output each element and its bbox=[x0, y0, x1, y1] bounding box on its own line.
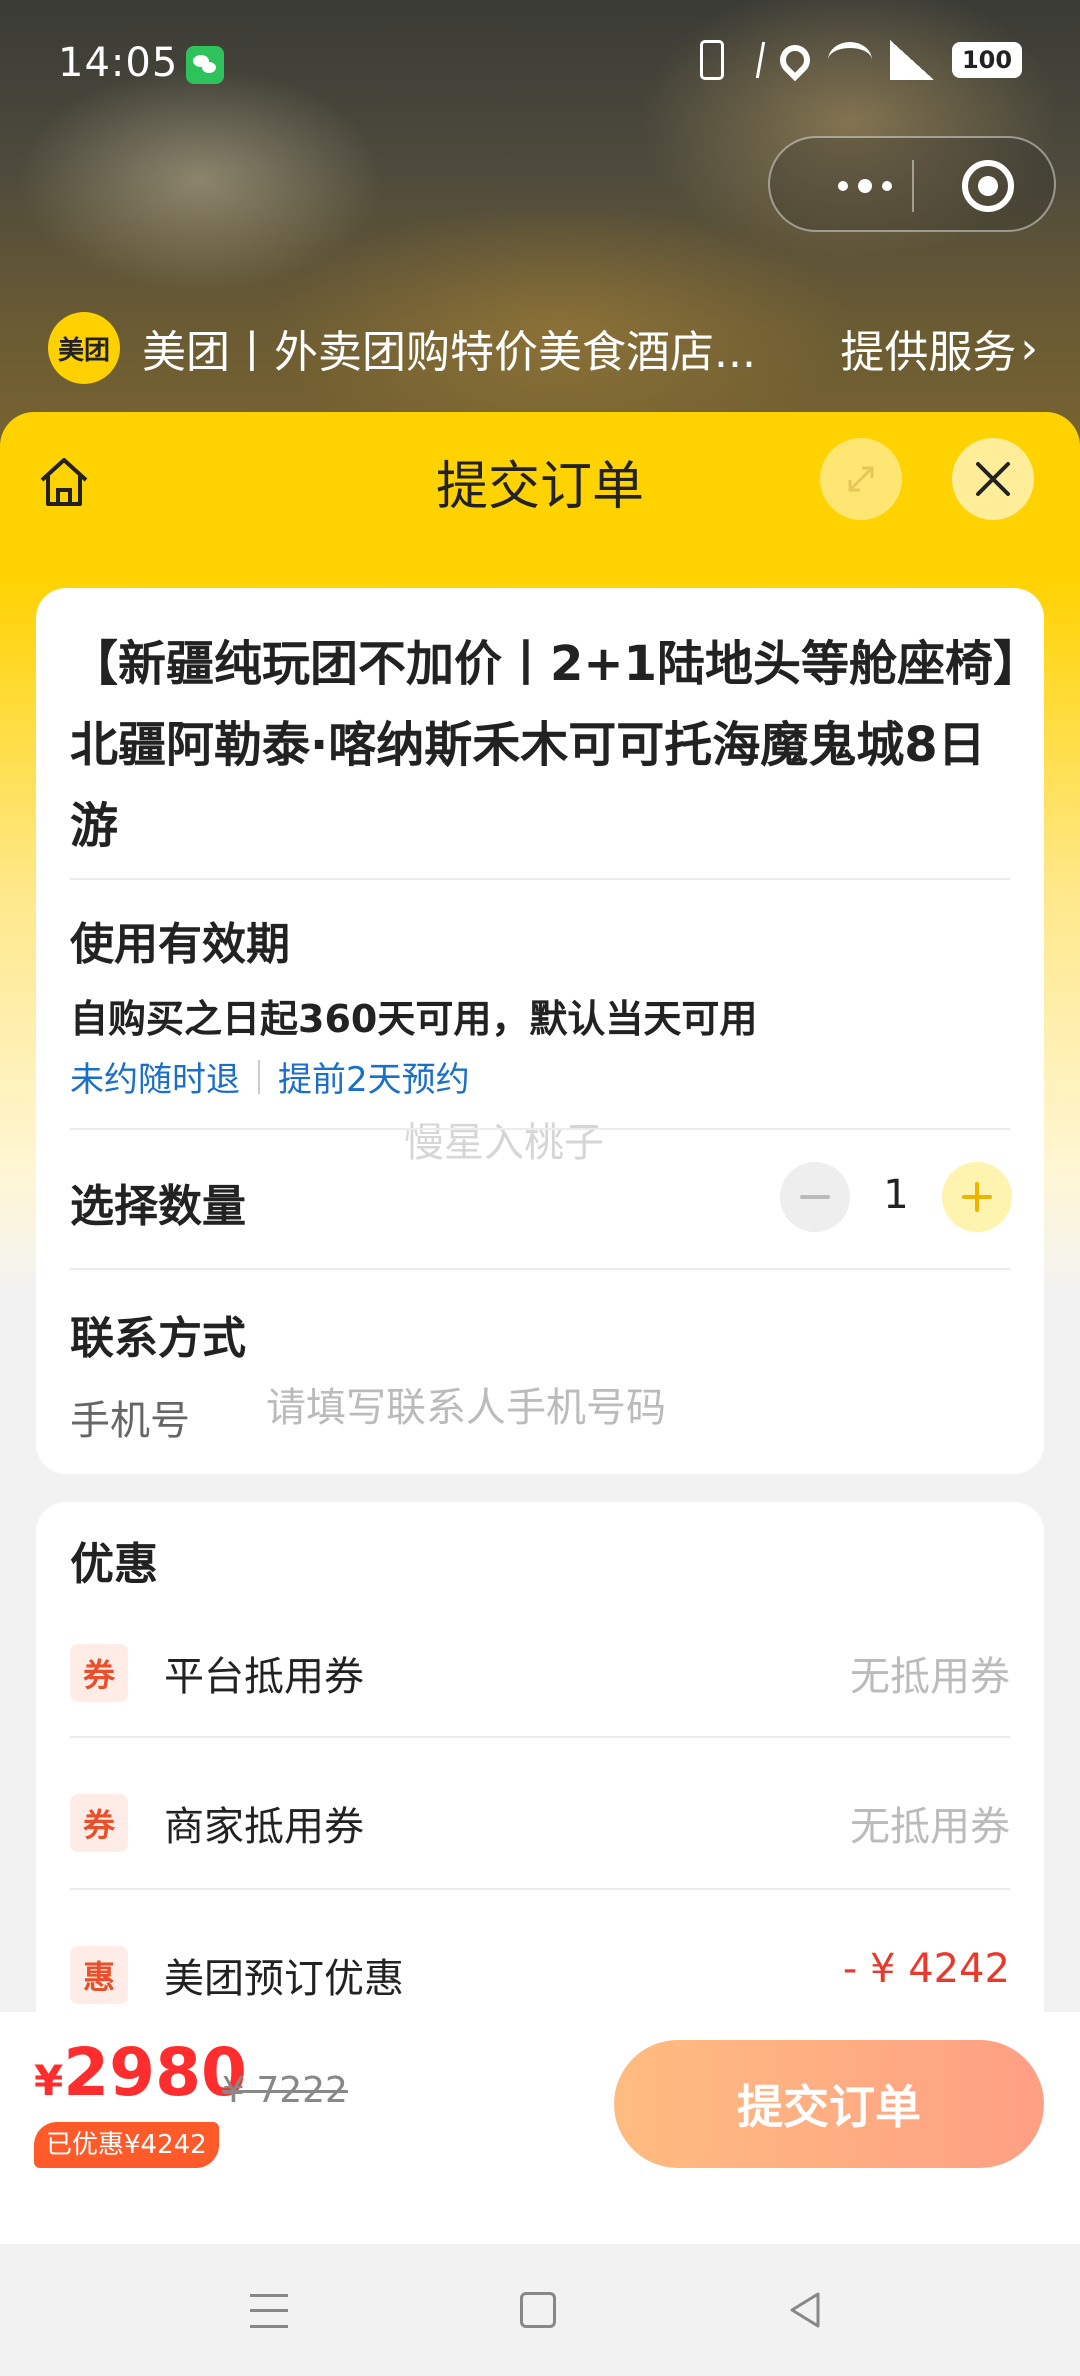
signal-icon bbox=[890, 40, 934, 80]
checkout-bar: ¥2980 ¥ 7222 已优惠¥4242 提交订单 bbox=[0, 2012, 1080, 2244]
target-icon[interactable] bbox=[962, 160, 1014, 212]
original-price: ¥ 7222 bbox=[222, 2070, 348, 2111]
discount-title: 优惠 bbox=[70, 1539, 158, 1590]
quantity-minus-button[interactable] bbox=[780, 1162, 850, 1232]
service-label: 提供服务 bbox=[840, 327, 1017, 378]
validity-title: 使用有效期 bbox=[70, 919, 290, 970]
validity-text: 自购买之日起360天可用，默认当天可用 bbox=[70, 997, 758, 1041]
status-bar: 14:05 100 bbox=[0, 0, 1080, 130]
location-icon bbox=[773, 38, 817, 82]
discount-row-merchant[interactable]: 券 商家抵用券 无抵用券 bbox=[70, 1764, 1010, 1874]
discount-label: 美团预订优惠 bbox=[164, 1956, 404, 2002]
promo-badge: 惠 bbox=[70, 1946, 128, 2004]
divider bbox=[70, 1888, 1010, 1890]
policy-tags: 未约随时退 提前2天预约 bbox=[70, 1052, 470, 1101]
discount-row-booking: 惠 美团预订优惠 - ¥ 4242 bbox=[70, 1916, 1010, 2026]
vibrate-icon bbox=[700, 40, 724, 80]
order-info-card: 【新疆纯玩团不加价丨2+1陆地头等舱座椅】北疆阿勒泰·喀纳斯禾木可可托海魔鬼城8… bbox=[36, 588, 1044, 1474]
discount-card: 优惠 券 平台抵用券 无抵用券 券 商家抵用券 无抵用券 惠 美团预订优惠 - … bbox=[36, 1502, 1044, 2062]
quantity-plus-button[interactable] bbox=[942, 1162, 1012, 1232]
battery-icon: 100 bbox=[952, 42, 1022, 78]
divider bbox=[70, 1128, 1010, 1130]
discount-value: 无抵用券 bbox=[850, 1804, 1010, 1850]
chevron-right-icon: › bbox=[1020, 322, 1038, 374]
tag-refund[interactable]: 未约随时退 bbox=[70, 1052, 240, 1101]
phone-label: 手机号 bbox=[70, 1398, 190, 1444]
total-price: ¥2980 bbox=[34, 2034, 247, 2111]
watermark: 慢星入桃子 bbox=[404, 1120, 604, 1166]
miniprogram-name: 美团丨外卖团购特价美食酒店... bbox=[142, 327, 756, 378]
miniprogram-info-bar: 美团 美团丨外卖团购特价美食酒店... 提供服务 › bbox=[48, 310, 1038, 386]
miniprogram-capsule bbox=[768, 136, 1056, 232]
capsule-divider bbox=[912, 160, 914, 212]
discount-row-platform[interactable]: 券 平台抵用券 无抵用券 bbox=[70, 1614, 1010, 1724]
status-icons: 100 bbox=[700, 38, 1022, 82]
home-square-icon[interactable] bbox=[520, 2292, 556, 2328]
divider bbox=[70, 1268, 1010, 1270]
tag-reserve[interactable]: 提前2天预约 bbox=[278, 1052, 470, 1101]
discount-value: - ¥ 4242 bbox=[842, 1946, 1010, 1992]
discount-label: 平台抵用券 bbox=[164, 1654, 364, 1700]
wifi-icon bbox=[828, 42, 872, 78]
discount-label: 商家抵用券 bbox=[164, 1804, 364, 1850]
saved-badge[interactable]: 已优惠¥4242 bbox=[34, 2122, 219, 2168]
close-icon bbox=[976, 462, 1010, 496]
quantity-value: 1 bbox=[883, 1172, 909, 1218]
page-title: 提交订单 bbox=[435, 457, 644, 517]
divider bbox=[70, 1736, 1010, 1738]
expand-button[interactable] bbox=[820, 438, 902, 520]
price-value: 2980 bbox=[63, 2034, 247, 2111]
service-link[interactable]: 提供服务 › bbox=[840, 316, 1038, 380]
coupon-badge: 券 bbox=[70, 1644, 128, 1702]
menu-icon[interactable] bbox=[250, 2294, 288, 2328]
back-icon[interactable] bbox=[786, 2290, 822, 2330]
product-title: 【新疆纯玩团不加价丨2+1陆地头等舱座椅】北疆阿勒泰·喀纳斯禾木可可托海魔鬼城8… bbox=[70, 636, 1018, 854]
divider bbox=[70, 878, 1010, 880]
more-dots-icon[interactable] bbox=[810, 166, 920, 206]
coupon-badge: 券 bbox=[70, 1794, 128, 1852]
currency-symbol: ¥ bbox=[34, 2056, 64, 2105]
submit-order-button[interactable]: 提交订单 bbox=[614, 2040, 1044, 2168]
expand-icon bbox=[848, 466, 874, 492]
phone-input[interactable] bbox=[266, 1378, 1006, 1438]
status-time: 14:05 bbox=[58, 40, 179, 86]
bluetooth-icon bbox=[738, 42, 766, 78]
wechat-icon bbox=[186, 46, 224, 84]
discount-value: 无抵用券 bbox=[850, 1654, 1010, 1700]
meituan-logo: 美团 bbox=[48, 312, 120, 384]
quantity-title: 选择数量 bbox=[70, 1181, 246, 1232]
tag-separator bbox=[258, 1059, 260, 1094]
sheet-header: 提交订单 bbox=[0, 412, 1080, 542]
close-button[interactable] bbox=[952, 438, 1034, 520]
system-nav-bar bbox=[0, 2244, 1080, 2376]
contact-title: 联系方式 bbox=[70, 1313, 246, 1364]
